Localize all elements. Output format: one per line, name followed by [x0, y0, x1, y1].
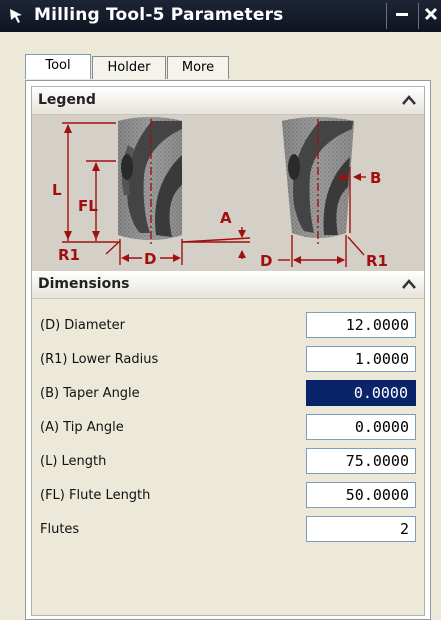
taper-angle-label: (B) Taper Angle — [40, 386, 140, 401]
dimension-row-lower-radius: (R1) Lower Radius — [32, 343, 424, 377]
tab-holder-label: Holder — [107, 60, 151, 75]
legend-label-D-left: D — [144, 250, 156, 268]
diameter-field[interactable] — [306, 312, 416, 338]
legend-label-L: L — [52, 181, 62, 199]
tab-tool-label: Tool — [45, 58, 71, 73]
dimension-row-flute-length: (FL) Flute Length — [32, 479, 424, 513]
minimize-button[interactable] — [386, 3, 417, 29]
dimensions-header[interactable]: Dimensions — [32, 271, 424, 299]
dialog-body: Tool Holder More Legend L FL R1 D A D B … — [0, 32, 441, 620]
flute-length-field[interactable] — [306, 482, 416, 508]
tab-more[interactable]: More — [167, 56, 229, 79]
tool-tab-panel: Legend L FL R1 D A D B R1 Dimensions (D)… — [25, 80, 431, 620]
window-title: Milling Tool-5 Parameters — [34, 5, 284, 25]
chevron-up-icon — [402, 279, 416, 289]
tapered-end-mill-figure — [282, 117, 354, 245]
title-bar[interactable]: Milling Tool-5 Parameters — [0, 0, 441, 32]
straight-end-mill-figure — [118, 117, 182, 245]
dimension-row-length: (L) Length — [32, 445, 424, 479]
length-label: (L) Length — [40, 454, 107, 469]
legend-label-B: B — [370, 169, 381, 187]
legend-header[interactable]: Legend — [32, 87, 424, 115]
collapse-legend-button[interactable] — [398, 90, 420, 110]
legend-label-FL: FL — [78, 197, 98, 215]
minimize-icon — [395, 7, 409, 25]
tip-angle-label: (A) Tip Angle — [40, 420, 124, 435]
lower-radius-field[interactable] — [306, 346, 416, 372]
legend-label-D-right: D — [260, 252, 272, 270]
close-icon — [424, 7, 438, 25]
flutes-field[interactable] — [306, 516, 416, 542]
diameter-label: (D) Diameter — [40, 318, 125, 333]
legend-header-label: Legend — [38, 92, 96, 108]
legend-diagram: L FL R1 D A D B R1 — [32, 115, 424, 271]
chevron-up-icon — [402, 95, 416, 105]
dimension-row-diameter: (D) Diameter — [32, 309, 424, 343]
tool-parameters-group: Legend L FL R1 D A D B R1 Dimensions (D)… — [31, 86, 425, 616]
tip-angle-field[interactable] — [306, 414, 416, 440]
legend-label-R1-right: R1 — [366, 252, 388, 270]
legend-label-A: A — [220, 209, 232, 227]
dimension-row-tip-angle: (A) Tip Angle — [32, 411, 424, 445]
cursor-arrow-icon — [8, 7, 26, 25]
dimensions-header-label: Dimensions — [38, 276, 130, 292]
dimension-row-flutes: Flutes — [32, 513, 424, 547]
flutes-label: Flutes — [40, 522, 80, 537]
close-button[interactable] — [418, 3, 441, 29]
flute-length-label: (FL) Flute Length — [40, 488, 151, 503]
tab-tool[interactable]: Tool — [25, 54, 91, 79]
length-field[interactable] — [306, 448, 416, 474]
collapse-dimensions-button[interactable] — [398, 274, 420, 294]
legend-label-R1-left: R1 — [58, 246, 80, 264]
dimension-row-taper-angle: (B) Taper Angle — [32, 377, 424, 411]
tab-holder[interactable]: Holder — [92, 56, 166, 79]
tab-more-label: More — [181, 60, 215, 75]
taper-angle-field[interactable] — [306, 380, 416, 406]
lower-radius-label: (R1) Lower Radius — [40, 352, 159, 367]
